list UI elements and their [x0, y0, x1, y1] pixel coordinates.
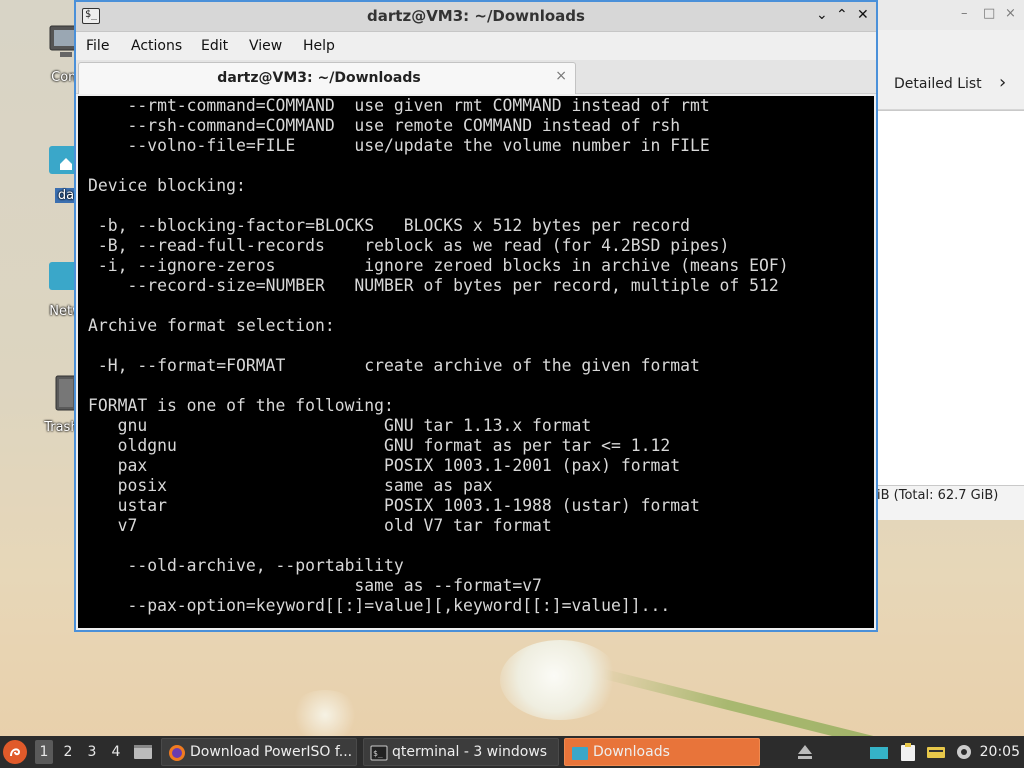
workspace-1[interactable]: 1	[35, 740, 53, 764]
terminal-line: Archive format selection:	[88, 316, 335, 335]
clock: 20:05	[979, 744, 1020, 760]
terminal-line: Device blocking:	[88, 176, 246, 195]
terminal-line: --rsh-command=COMMAND use remote COMMAND…	[88, 116, 681, 135]
menu-help[interactable]: Help	[303, 38, 335, 54]
terminal-titlebar[interactable]: $_ dartz@VM3: ~/Downloads ⌄ ⌃ ✕	[76, 2, 876, 32]
minimize-button[interactable]: –	[961, 6, 968, 21]
chevron-right-icon[interactable]: ›	[999, 72, 1006, 93]
tab-terminal[interactable]: dartz@VM3: ~/Downloads ×	[78, 62, 576, 94]
start-menu-icon	[4, 741, 26, 763]
task-downloads[interactable]: Downloads	[564, 738, 760, 766]
menu-view[interactable]: View	[249, 38, 282, 54]
tab-bar: dartz@VM3: ~/Downloads ×	[76, 60, 876, 94]
close-tab-icon[interactable]: ×	[555, 68, 567, 84]
minimize-button[interactable]: ⌄	[816, 7, 828, 23]
terminal-icon: $_	[370, 745, 388, 761]
wallpaper-blur	[290, 690, 360, 740]
svg-text:$_: $_	[373, 749, 383, 758]
folder-icon	[572, 747, 588, 760]
task-label: Downloads	[593, 744, 670, 760]
network-icon[interactable]	[869, 742, 889, 762]
terminal-line: ustar POSIX 1003.1-1988 (ustar) format	[88, 496, 700, 515]
taskbar: 1 2 3 4 Download PowerISO f... $_ qtermi…	[0, 736, 1024, 768]
terminal-line: --old-archive, --portability	[88, 556, 404, 575]
terminal-line: gnu GNU tar 1.13.x format	[88, 416, 592, 435]
close-button[interactable]: ×	[1005, 6, 1016, 21]
terminal-line: --volno-file=FILE use/update the volume …	[88, 136, 710, 155]
view-mode-selector[interactable]: Detailed List	[894, 76, 982, 92]
file-manager-titlebar: – □ ×	[861, 0, 1024, 30]
terminal-line: --rmt-command=COMMAND use given rmt COMM…	[88, 96, 710, 115]
terminal-line: same as --format=v7	[88, 576, 542, 595]
status-bar-text: iB (Total: 62.7 GiB)	[877, 488, 999, 503]
terminal-line: -b, --blocking-factor=BLOCKS BLOCKS x 51…	[88, 216, 690, 235]
show-desktop-icon[interactable]	[133, 742, 153, 762]
eject-icon[interactable]	[795, 742, 815, 762]
maximize-button[interactable]: □	[983, 6, 995, 21]
terminal-window: $_ dartz@VM3: ~/Downloads ⌄ ⌃ ✕ File Act…	[74, 0, 878, 632]
maximize-button[interactable]: ⌃	[836, 7, 848, 23]
menu-file[interactable]: File	[86, 38, 109, 54]
start-menu-button[interactable]	[3, 740, 27, 764]
clipboard-icon[interactable]	[898, 742, 918, 762]
file-manager-toolbar: Detailed List ›	[861, 30, 1024, 110]
terminal-line: pax POSIX 1003.1-2001 (pax) format	[88, 456, 681, 475]
firefox-icon	[169, 745, 185, 761]
window-title: dartz@VM3: ~/Downloads	[367, 7, 585, 25]
wallpaper-flower	[500, 640, 620, 720]
file-manager-window: – □ × Detailed List › iB (Total: 62.7 Gi…	[860, 0, 1024, 520]
menu-bar: File Actions Edit View Help	[76, 32, 876, 60]
terminal-line: oldgnu GNU format as per tar <= 1.12	[88, 436, 671, 455]
terminal-line: -H, --format=FORMAT create archive of th…	[88, 356, 700, 375]
file-list-pane[interactable]	[877, 110, 1024, 486]
workspace-4[interactable]: 4	[107, 744, 125, 760]
terminal-output[interactable]: --rmt-command=COMMAND use given rmt COMM…	[78, 96, 874, 628]
workspace-3[interactable]: 3	[83, 744, 101, 760]
task-qterminal[interactable]: $_ qterminal - 3 windows	[363, 738, 559, 766]
tab-label: dartz@VM3: ~/Downloads	[217, 70, 421, 86]
task-label: qterminal - 3 windows	[392, 744, 548, 760]
terminal-line: -i, --ignore-zeros ignore zeroed blocks …	[88, 256, 789, 275]
keyboard-icon[interactable]	[926, 742, 946, 762]
terminal-line: posix same as pax	[88, 476, 493, 495]
close-button[interactable]: ✕	[857, 7, 869, 23]
settings-icon[interactable]	[954, 742, 974, 762]
terminal-line: FORMAT is one of the following:	[88, 396, 394, 415]
workspace-2[interactable]: 2	[59, 744, 77, 760]
terminal-line: v7 old V7 tar format	[88, 516, 552, 535]
task-label: Download PowerISO f...	[190, 744, 353, 760]
terminal-line: --record-size=NUMBER NUMBER of bytes per…	[88, 276, 779, 295]
task-firefox[interactable]: Download PowerISO f...	[161, 738, 357, 766]
terminal-line: --pax-option=keyword[[:]=value][,keyword…	[88, 596, 671, 615]
terminal-line: -B, --read-full-records reblock as we re…	[88, 236, 730, 255]
menu-edit[interactable]: Edit	[201, 38, 228, 54]
menu-actions[interactable]: Actions	[131, 38, 182, 54]
